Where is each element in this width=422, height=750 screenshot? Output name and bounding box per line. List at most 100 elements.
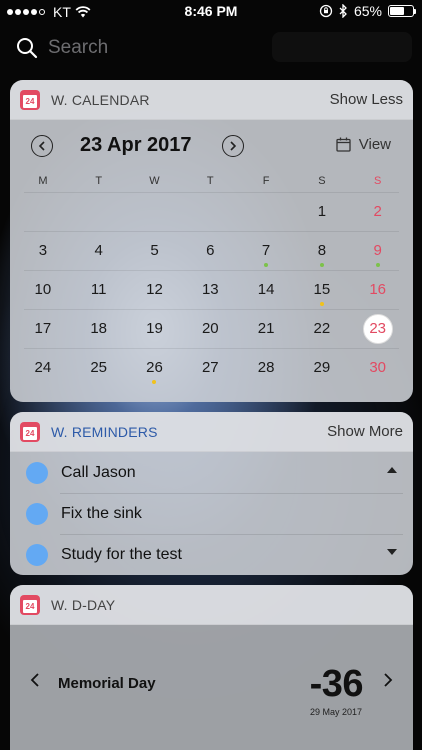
calendar-day-cell[interactable]: 22 bbox=[294, 309, 350, 348]
dday-date: 29 May 2017 bbox=[309, 707, 362, 717]
dday-event-name[interactable]: Memorial Day bbox=[58, 675, 156, 692]
weekday-label: T bbox=[95, 175, 103, 187]
calendar-week-row: 10 11 12 13 14 15 16 bbox=[10, 270, 413, 309]
calendar-day-cell[interactable]: 3 bbox=[15, 231, 71, 270]
calendar-day-cell[interactable]: 1 bbox=[294, 192, 350, 231]
calendar-day-cell[interactable]: 10 bbox=[15, 270, 71, 309]
calendar-day-cell[interactable]: 2 bbox=[350, 192, 406, 231]
calendar-app-icon-text: 24 bbox=[23, 94, 37, 108]
weekday-label: S bbox=[374, 175, 382, 187]
calendar-day-number: 29 bbox=[313, 359, 331, 376]
calendar-day-cell[interactable]: 23 bbox=[350, 309, 406, 348]
reminders-app-icon-text: 24 bbox=[23, 426, 37, 440]
calendar-day-number: 4 bbox=[94, 242, 103, 259]
calendar-empty-cell bbox=[15, 192, 71, 231]
reminder-text: Fix the sink bbox=[61, 504, 142, 522]
reminder-text: Call Jason bbox=[61, 463, 136, 481]
calendar-day-number: 1 bbox=[317, 203, 327, 220]
calendar-widget-header: 24 W. CALENDAR Show Less bbox=[10, 80, 413, 120]
show-more-button[interactable]: Show More bbox=[327, 423, 403, 440]
search-bar[interactable]: Search bbox=[16, 30, 412, 66]
reminder-text: Study for the test bbox=[61, 545, 182, 563]
calendar-day-cell[interactable]: 21 bbox=[238, 309, 294, 348]
status-right: 65% bbox=[319, 3, 416, 19]
calendar-navigation: 23 Apr 2017 View bbox=[10, 120, 413, 170]
calendar-icon bbox=[336, 137, 351, 152]
event-dot bbox=[264, 263, 269, 267]
calendar-day-cell[interactable]: 11 bbox=[71, 270, 127, 309]
calendar-day-number: 21 bbox=[257, 320, 275, 337]
calendar-day-cell[interactable]: 24 bbox=[15, 348, 71, 387]
show-less-button[interactable]: Show Less bbox=[330, 91, 403, 108]
search-blur-area bbox=[272, 32, 412, 62]
calendar-day-cell[interactable]: 30 bbox=[350, 348, 406, 387]
calendar-day-cell[interactable]: 13 bbox=[182, 270, 238, 309]
view-button[interactable]: View bbox=[336, 136, 391, 153]
calendar-day-number: 8 bbox=[317, 242, 327, 259]
reminder-checkbox[interactable] bbox=[26, 461, 48, 484]
reminder-item[interactable]: Fix the sink bbox=[10, 493, 413, 534]
calendar-day-number: 7 bbox=[261, 242, 271, 259]
dday-widget: 24 W. D-DAY Memorial Day -36 29 May 2017 bbox=[10, 585, 413, 750]
scroll-down-icon[interactable] bbox=[387, 549, 397, 555]
reminder-checkbox[interactable] bbox=[26, 502, 48, 525]
calendar-day-cell[interactable]: 18 bbox=[71, 309, 127, 348]
weekday-label: T bbox=[206, 175, 214, 187]
calendar-day-cell[interactable]: 8 bbox=[294, 231, 350, 270]
bluetooth-icon bbox=[339, 4, 347, 18]
reminder-checkbox[interactable] bbox=[26, 543, 48, 566]
calendar-day-cell[interactable]: 16 bbox=[350, 270, 406, 309]
battery-percent: 65% bbox=[353, 3, 382, 19]
calendar-day-cell[interactable]: 28 bbox=[238, 348, 294, 387]
reminders-app-icon: 24 bbox=[20, 421, 40, 442]
reminders-widget: 24 W. REMINDERS Show More Call Jason Fix… bbox=[10, 412, 413, 575]
dday-app-icon-text: 24 bbox=[23, 599, 37, 613]
calendar-day-number: 22 bbox=[313, 320, 331, 337]
calendar-day-number: 25 bbox=[90, 359, 108, 376]
calendar-day-cell[interactable]: 26 bbox=[127, 348, 183, 387]
calendar-day-number: 26 bbox=[146, 359, 163, 376]
calendar-day-cell[interactable]: 4 bbox=[71, 231, 127, 270]
calendar-day-number: 23 bbox=[362, 314, 393, 344]
calendar-day-cell[interactable]: 19 bbox=[127, 309, 183, 348]
prev-month-button[interactable] bbox=[31, 135, 53, 157]
view-button-label: View bbox=[358, 136, 391, 153]
calendar-day-cell[interactable]: 17 bbox=[15, 309, 71, 348]
reminder-item[interactable]: Call Jason bbox=[10, 452, 413, 493]
calendar-grid: 1 2 3 4 5 6 7 8 9 10 11 12 13 14 15 16 17 18 19 20 21 22 23 24 2… bbox=[10, 192, 413, 387]
calendar-day-cell[interactable]: 9 bbox=[350, 231, 406, 270]
dday-widget-title: W. D-DAY bbox=[51, 596, 116, 613]
calendar-day-cell[interactable]: 12 bbox=[127, 270, 183, 309]
calendar-day-cell[interactable]: 7 bbox=[238, 231, 294, 270]
calendar-day-cell[interactable]: 20 bbox=[182, 309, 238, 348]
scroll-up-icon[interactable] bbox=[387, 467, 397, 473]
calendar-day-cell[interactable]: 5 bbox=[127, 231, 183, 270]
calendar-week-row: 24 25 26 27 28 29 30 bbox=[10, 348, 413, 387]
calendar-widget: 24 W. CALENDAR Show Less 23 Apr 2017 Vie… bbox=[10, 80, 413, 402]
chevron-left-icon[interactable] bbox=[28, 673, 42, 687]
weekday-label: S bbox=[318, 175, 326, 187]
search-placeholder: Search bbox=[48, 37, 109, 58]
dday-app-icon: 24 bbox=[20, 594, 40, 615]
calendar-day-cell[interactable]: 15 bbox=[294, 270, 350, 309]
next-month-button[interactable] bbox=[222, 135, 244, 157]
calendar-day-number: 30 bbox=[369, 359, 387, 376]
calendar-empty-cell bbox=[182, 192, 238, 231]
calendar-day-number: 10 bbox=[34, 281, 52, 298]
calendar-day-number: 2 bbox=[373, 203, 382, 220]
rotation-lock-icon bbox=[319, 4, 333, 18]
calendar-day-cell[interactable]: 29 bbox=[294, 348, 350, 387]
weekday-label: M bbox=[38, 175, 48, 187]
reminders-widget-title[interactable]: W. REMINDERS bbox=[51, 424, 158, 440]
reminder-item[interactable]: Study for the test bbox=[10, 534, 413, 575]
calendar-day-number: 9 bbox=[373, 242, 382, 259]
event-dot bbox=[152, 380, 157, 384]
calendar-day-number: 19 bbox=[146, 320, 163, 337]
calendar-day-cell[interactable]: 27 bbox=[182, 348, 238, 387]
calendar-day-cell[interactable]: 14 bbox=[238, 270, 294, 309]
calendar-day-cell[interactable]: 25 bbox=[71, 348, 127, 387]
calendar-day-cell[interactable]: 6 bbox=[182, 231, 238, 270]
reminders-widget-header: 24 W. REMINDERS Show More bbox=[10, 412, 413, 452]
chevron-right-icon[interactable] bbox=[381, 673, 395, 687]
calendar-day-number: 11 bbox=[90, 281, 107, 298]
